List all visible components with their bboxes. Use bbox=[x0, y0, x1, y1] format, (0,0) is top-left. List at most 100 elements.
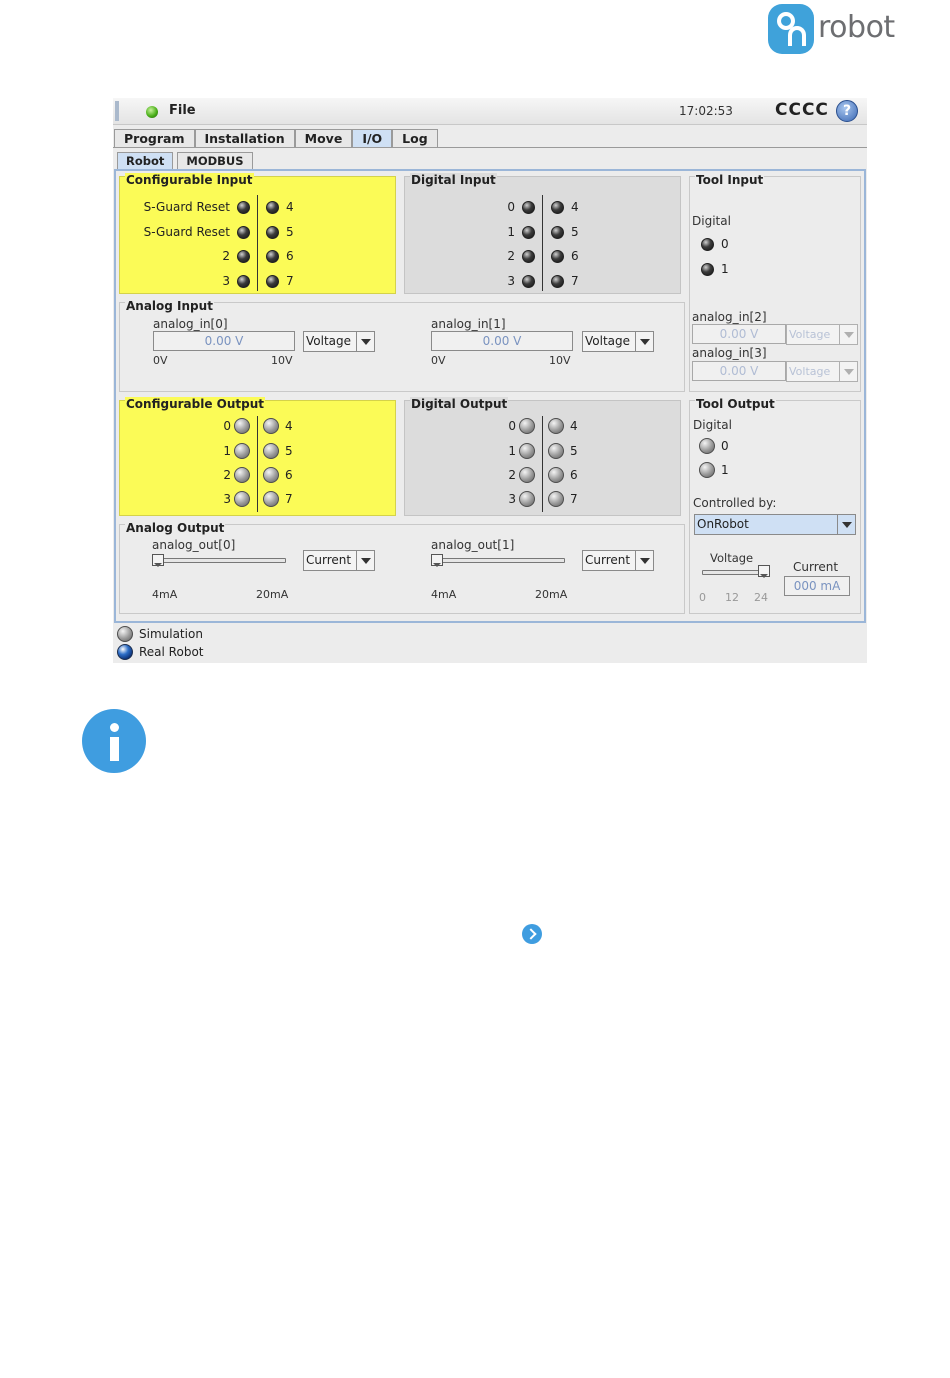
analog-out-1-mode-label: Current bbox=[585, 553, 631, 567]
analog-in-2-mode-select[interactable]: Voltage bbox=[786, 324, 858, 345]
digital-output-led-button[interactable] bbox=[519, 418, 535, 434]
config-input-led-icon bbox=[237, 200, 250, 214]
analog-out-1-min: 4mA bbox=[431, 588, 457, 601]
chevron-down-icon bbox=[635, 551, 653, 570]
config-input-led-icon bbox=[266, 225, 279, 239]
real-robot-option[interactable]: Real Robot bbox=[117, 643, 204, 661]
digital-output-label: 7 bbox=[570, 492, 578, 506]
digital-output-led-button[interactable] bbox=[548, 443, 564, 459]
tab-program[interactable]: Program bbox=[114, 129, 195, 148]
config-output-led-button[interactable] bbox=[263, 491, 279, 507]
digital-input-led-icon bbox=[522, 200, 535, 214]
analog-in-1-mode-select[interactable]: Voltage bbox=[582, 331, 654, 352]
analog-output-title: Analog Output bbox=[125, 521, 226, 535]
tool-output-led-button[interactable] bbox=[699, 462, 715, 478]
tab-move[interactable]: Move bbox=[294, 129, 353, 148]
digital-output-group: Digital Output 0 1 2 3 4 5 6 7 bbox=[404, 397, 681, 516]
analog-out-0-slider-thumb[interactable] bbox=[152, 554, 164, 567]
analog-out-0-mode-select[interactable]: Current bbox=[303, 550, 375, 571]
tool-input-led-icon bbox=[701, 262, 714, 276]
digital-output-led-button[interactable] bbox=[519, 443, 535, 459]
help-icon[interactable]: ? bbox=[836, 100, 858, 122]
analog-in-0-mode-select[interactable]: Voltage bbox=[303, 331, 375, 352]
tool-current-label: Current bbox=[793, 560, 839, 574]
subtab-modbus[interactable]: MODBUS bbox=[177, 152, 253, 169]
config-input-row: 3 bbox=[124, 272, 250, 290]
config-output-led-button[interactable] bbox=[234, 443, 250, 459]
config-input-row: S-Guard Reset bbox=[124, 223, 250, 241]
analog-out-0-max: 20mA bbox=[256, 588, 289, 601]
tool-input-digital-label: Digital bbox=[692, 214, 731, 228]
config-input-row: 6 bbox=[266, 247, 294, 265]
config-output-row: 0 bbox=[124, 417, 250, 435]
config-output-led-button[interactable] bbox=[263, 467, 279, 483]
analog-in-3-label: analog_in[3] bbox=[692, 346, 767, 360]
io-subtabs: Robot MODBUS bbox=[117, 152, 257, 169]
digital-input-led-icon bbox=[551, 249, 564, 263]
chevron-down-icon bbox=[356, 332, 374, 351]
analog-out-1-slider-track[interactable] bbox=[433, 558, 565, 563]
tool-input-group: Tool Input Digital 0 1 analog_in[2] 0.00… bbox=[689, 173, 861, 392]
tool-input-pin: 0 bbox=[701, 235, 729, 253]
subtab-robot[interactable]: Robot bbox=[117, 152, 174, 169]
digital-output-led-button[interactable] bbox=[548, 418, 564, 434]
chevron-right-icon[interactable] bbox=[522, 924, 542, 944]
robot-status-icon bbox=[146, 106, 158, 118]
config-output-row: 5 bbox=[263, 442, 293, 460]
analog-in-1-label: analog_in[1] bbox=[431, 317, 506, 331]
tool-input-pin: 1 bbox=[701, 260, 729, 278]
configurable-input-title: Configurable Input bbox=[125, 173, 254, 187]
tool-voltage-label: Voltage bbox=[710, 551, 754, 565]
config-output-label: 7 bbox=[285, 492, 293, 506]
onrobot-logo-text: robot bbox=[818, 10, 895, 45]
tool-voltage-slider-thumb[interactable] bbox=[758, 565, 770, 578]
analog-out-1-label: analog_out[1] bbox=[431, 538, 515, 552]
digital-output-row: 6 bbox=[548, 466, 578, 484]
digital-output-row: 2 bbox=[409, 466, 535, 484]
config-input-led-icon bbox=[237, 225, 250, 239]
config-output-led-button[interactable] bbox=[234, 491, 250, 507]
config-input-row: 2 bbox=[124, 247, 250, 265]
digital-input-label: 3 bbox=[507, 274, 515, 288]
digital-input-row: 0 bbox=[409, 198, 535, 216]
simulation-radio-icon[interactable] bbox=[117, 626, 133, 642]
tab-io[interactable]: I/O bbox=[352, 129, 393, 148]
file-menu[interactable]: File bbox=[169, 103, 196, 118]
digital-output-led-button[interactable] bbox=[548, 491, 564, 507]
digital-output-led-button[interactable] bbox=[519, 491, 535, 507]
digital-output-row: 4 bbox=[548, 417, 578, 435]
config-input-label: 7 bbox=[286, 274, 294, 288]
tool-output-pin: 1 bbox=[699, 461, 729, 479]
digital-input-label: 0 bbox=[507, 200, 515, 214]
tool-output-digital-label: Digital bbox=[693, 418, 732, 432]
config-output-led-button[interactable] bbox=[263, 418, 279, 434]
digital-output-label: 0 bbox=[508, 419, 516, 433]
real-robot-radio-icon[interactable] bbox=[117, 644, 133, 660]
digital-output-label: 6 bbox=[570, 468, 578, 482]
analog-in-1-value: 0.00 V bbox=[431, 331, 573, 351]
config-output-led-button[interactable] bbox=[234, 418, 250, 434]
tab-log[interactable]: Log bbox=[392, 129, 438, 148]
analog-out-0-slider-track[interactable] bbox=[154, 558, 286, 563]
digital-output-row: 7 bbox=[548, 490, 578, 508]
title-bar: File 17:02:53 CCCC ? bbox=[113, 98, 867, 125]
config-input-label: 3 bbox=[222, 274, 230, 288]
analog-in-3-mode-select[interactable]: Voltage bbox=[786, 361, 858, 382]
onrobot-logo-mark bbox=[768, 4, 814, 54]
analog-out-1-slider-thumb[interactable] bbox=[431, 554, 443, 567]
config-output-led-button[interactable] bbox=[263, 443, 279, 459]
tool-output-led-button[interactable] bbox=[699, 438, 715, 454]
digital-output-led-button[interactable] bbox=[519, 467, 535, 483]
digital-output-led-button[interactable] bbox=[548, 467, 564, 483]
tab-installation[interactable]: Installation bbox=[194, 129, 295, 148]
analog-out-1-mode-select[interactable]: Current bbox=[582, 550, 654, 571]
simulation-option[interactable]: Simulation bbox=[117, 625, 203, 643]
controlled-by-select[interactable]: OnRobot bbox=[694, 514, 856, 535]
digital-input-row: 6 bbox=[551, 247, 579, 265]
configurable-output-title: Configurable Output bbox=[125, 397, 266, 411]
tab-divider bbox=[113, 147, 867, 148]
clock: 17:02:53 bbox=[679, 104, 733, 118]
digital-output-row: 3 bbox=[409, 490, 535, 508]
analog-input-title: Analog Input bbox=[125, 299, 214, 313]
config-output-led-button[interactable] bbox=[234, 467, 250, 483]
